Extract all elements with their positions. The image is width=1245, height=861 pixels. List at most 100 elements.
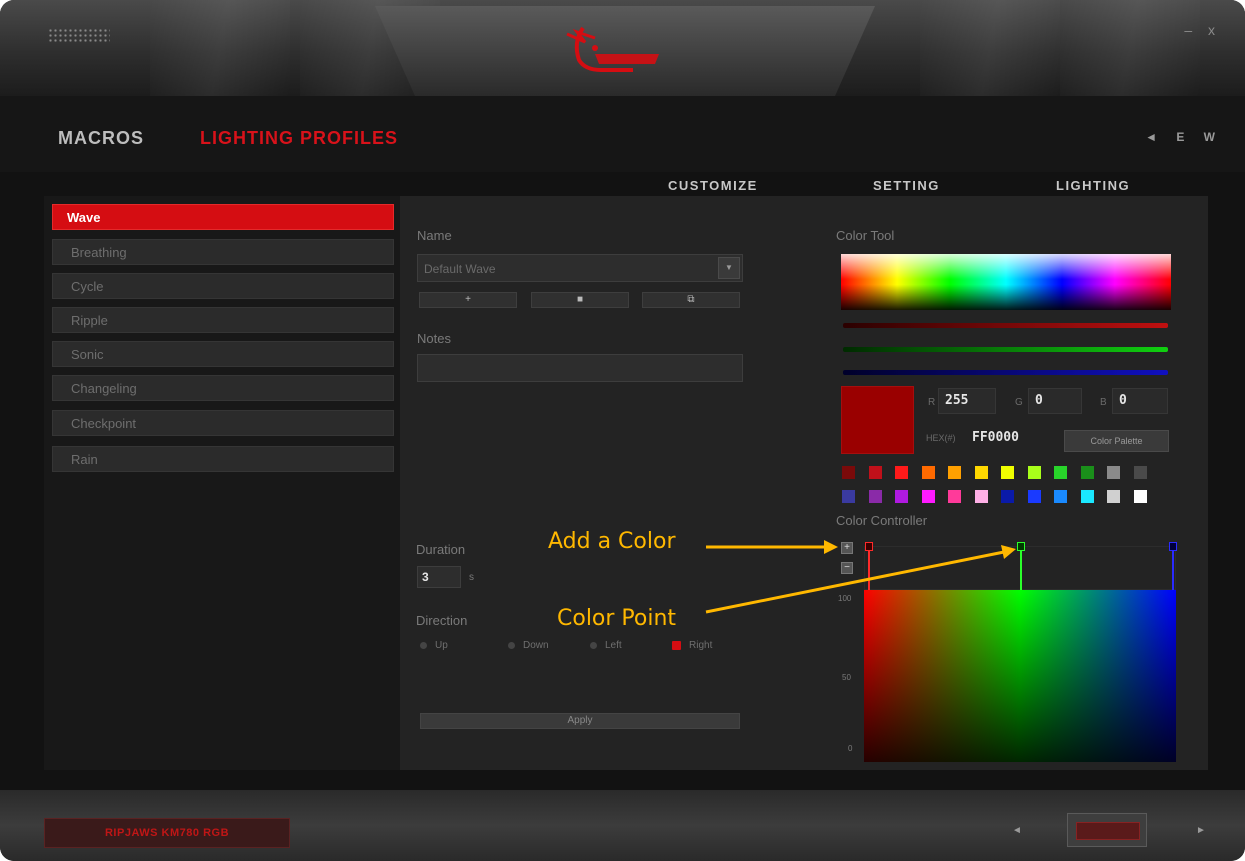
color-point-stem-blue [1172, 550, 1174, 592]
main-nav: MACROS LIGHTING PROFILES ◄ E W [0, 96, 1245, 172]
b-input[interactable]: 0 [1112, 388, 1168, 414]
color-point-stem-green [1020, 550, 1022, 592]
palette-swatch[interactable] [948, 466, 961, 479]
palette-swatch[interactable] [895, 490, 908, 503]
radio-selected-icon [672, 640, 681, 650]
color-spectrum-picker[interactable] [841, 254, 1171, 310]
nav-tab-macros[interactable]: MACROS [58, 128, 144, 149]
add-profile-button[interactable]: + [419, 292, 517, 308]
remove-color-button[interactable]: − [841, 562, 853, 574]
profile-editor-panel [400, 196, 820, 770]
palette-swatch[interactable] [1107, 466, 1120, 479]
palette-swatch[interactable] [974, 490, 988, 503]
subtab-lighting[interactable]: LIGHTING [1056, 178, 1130, 193]
color-point-stem-red [868, 550, 870, 592]
profile-item-rain[interactable]: Rain [52, 446, 394, 472]
subtab-setting[interactable]: SETTING [873, 178, 940, 193]
color-point-green[interactable] [1017, 542, 1025, 551]
r-label: R [928, 397, 936, 408]
b-label: B [1100, 397, 1107, 408]
add-color-button[interactable]: + [841, 542, 853, 554]
device-prev-arrow-icon[interactable]: ◄ [1012, 825, 1022, 836]
color-point-blue[interactable] [1169, 542, 1177, 551]
profile-item-ripple[interactable]: Ripple [52, 307, 394, 333]
notes-field[interactable] [417, 354, 743, 382]
g-label: G [1015, 397, 1023, 408]
palette-swatch[interactable] [1054, 490, 1067, 503]
direction-radio-down[interactable]: Down [508, 640, 549, 651]
chevron-down-icon[interactable]: ▼ [718, 257, 740, 279]
name-label: Name [417, 228, 452, 243]
palette-swatch[interactable] [1001, 490, 1014, 503]
nav-tab-lighting-profiles[interactable]: LIGHTING PROFILES [200, 128, 398, 149]
palette-swatch[interactable] [1107, 490, 1120, 503]
direction-radio-up[interactable]: Up [420, 640, 448, 651]
hex-label: HEX(#) [926, 433, 956, 443]
red-slider[interactable] [843, 323, 1168, 328]
copy-profile-button[interactable]: ⧉ [642, 292, 740, 308]
g-input[interactable]: 0 [1028, 388, 1082, 414]
device-name-badge[interactable]: RIPJAWS KM780 RGB [44, 818, 290, 848]
keyboard-icon [1076, 822, 1140, 840]
name-dropdown[interactable]: Default Wave ▼ [417, 254, 743, 282]
duration-label: Duration [416, 542, 466, 557]
palette-swatch[interactable] [974, 466, 988, 479]
nav-right-icons[interactable]: ◄ E W [1145, 130, 1223, 144]
palette-swatch[interactable] [948, 490, 961, 503]
palette-swatch[interactable] [1080, 466, 1094, 479]
y-axis-label-0: 0 [848, 744, 853, 753]
palette-swatch[interactable] [868, 466, 882, 479]
profile-item-cycle[interactable]: Cycle [52, 273, 394, 299]
radio-icon [420, 641, 427, 649]
subtab-customize[interactable]: CUSTOMIZE [668, 178, 758, 193]
duration-input[interactable]: 3 [417, 566, 461, 588]
window-controls[interactable]: – x [1184, 22, 1221, 38]
r-input[interactable]: 255 [938, 388, 996, 414]
color-gradient-preview [864, 590, 1176, 762]
drag-grip-icon[interactable] [48, 28, 110, 42]
notes-label: Notes [417, 331, 451, 346]
color-controller-title: Color Controller [836, 513, 928, 528]
palette-swatch[interactable] [921, 490, 935, 503]
duration-value: 3 [422, 570, 429, 584]
annotation-color-point: Color Point [557, 606, 677, 631]
device-next-arrow-icon[interactable]: ► [1196, 825, 1206, 836]
palette-swatch[interactable] [842, 466, 855, 479]
palette-swatch[interactable] [842, 490, 855, 503]
annotation-add-a-color: Add a Color [548, 529, 676, 554]
palette-swatch[interactable] [1001, 466, 1014, 479]
green-slider[interactable] [843, 347, 1168, 352]
title-bar-decoration [150, 0, 290, 96]
direction-radio-left[interactable]: Left [590, 640, 622, 651]
brand-logo [566, 26, 659, 72]
radio-icon [590, 641, 597, 649]
color-point-red[interactable] [865, 542, 873, 551]
profile-item-checkpoint[interactable]: Checkpoint [52, 410, 394, 436]
duration-unit: s [469, 572, 474, 583]
palette-swatch[interactable] [1027, 490, 1041, 503]
palette-swatch[interactable] [1080, 490, 1094, 503]
palette-swatch[interactable] [868, 490, 882, 503]
palette-swatch[interactable] [1027, 466, 1041, 479]
palette-swatch[interactable] [921, 466, 935, 479]
profile-item-breathing[interactable]: Breathing [52, 239, 394, 265]
palette-swatch[interactable] [1133, 490, 1147, 503]
profile-item-sonic[interactable]: Sonic [52, 341, 394, 367]
color-tool-title: Color Tool [836, 228, 895, 243]
device-thumbnail[interactable] [1067, 813, 1147, 847]
direction-radio-right[interactable]: Right [672, 640, 712, 651]
hex-input[interactable]: FF0000 [966, 426, 1048, 452]
palette-swatch[interactable] [895, 466, 908, 479]
profile-item-wave[interactable]: Wave [52, 204, 394, 230]
palette-swatch[interactable] [1133, 466, 1147, 479]
title-bar-decoration [1060, 0, 1200, 96]
palette-swatch[interactable] [1054, 466, 1067, 479]
apply-button[interactable]: Apply [420, 713, 740, 729]
y-axis-label-100: 100 [838, 594, 852, 603]
blue-slider[interactable] [843, 370, 1168, 375]
app-window: – x MACROS LIGHTING PROFILES ◄ E W CUSTO… [0, 0, 1245, 861]
profile-item-changeling[interactable]: Changeling [52, 375, 394, 401]
color-palette-button[interactable]: Color Palette [1064, 430, 1169, 452]
delete-profile-button[interactable]: ■ [531, 292, 629, 308]
direction-left-label: Left [605, 640, 622, 651]
